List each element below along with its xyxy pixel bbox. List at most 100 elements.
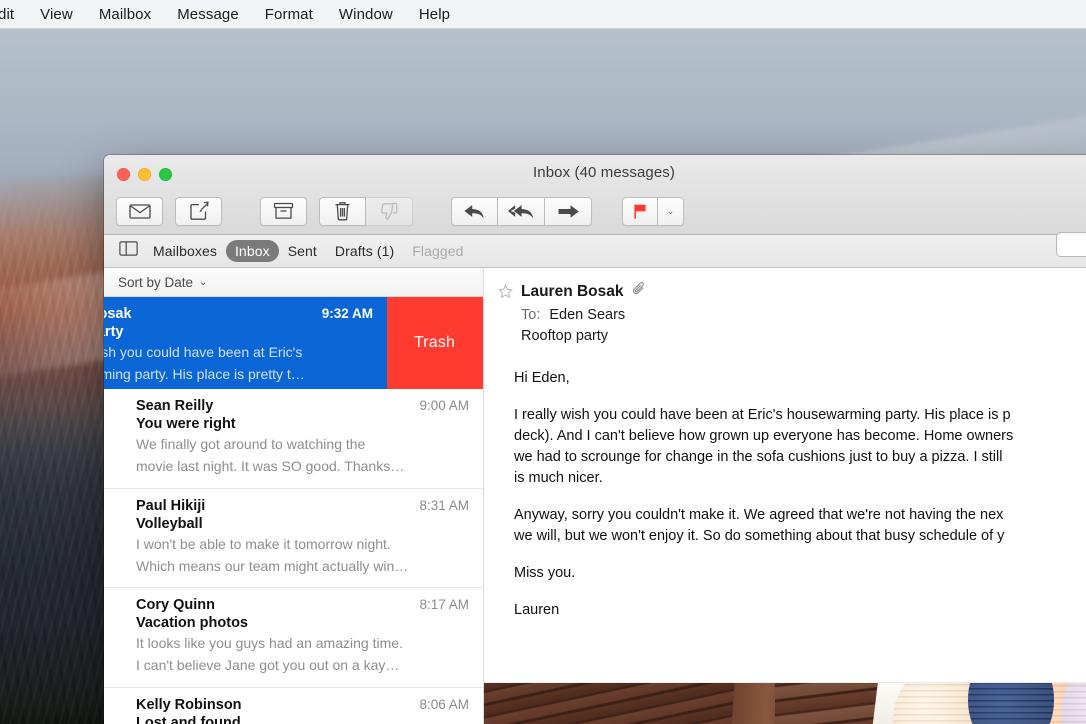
list-item-preview-line-2: I can't believe Jane got you out on a ka… (136, 657, 400, 674)
window-chrome: Inbox (40 messages) ⌄ (104, 155, 1086, 257)
list-item-sender: Bosak (104, 306, 132, 322)
envelope-icon (128, 203, 151, 219)
menu-item-edit[interactable]: dit (0, 0, 27, 29)
body-p2-line-1: Anyway, sorry you couldn't make it. We a… (514, 507, 1004, 524)
junk-button[interactable] (366, 196, 413, 226)
list-item-sender: Kelly Robinson (136, 696, 242, 713)
favorites-bar: Mailboxes Inbox Sent Drafts (1) Flagged (104, 235, 1086, 268)
favorites-mailboxes[interactable]: Mailboxes (144, 240, 226, 262)
list-item-time: 8:06 AM (419, 696, 469, 712)
body-p1-line-4: is much nicer. (514, 470, 603, 487)
paperclip-icon[interactable] (632, 281, 646, 302)
attachment-photo[interactable] (484, 682, 1086, 724)
compose-pencil-icon (189, 201, 209, 221)
list-item-preview-line-1: I won't be able to make it tomorrow nigh… (136, 535, 391, 552)
message-recipient-row: To: Eden Sears (498, 307, 1086, 323)
list-item[interactable]: Bosak 9:32 AM party wish you could have … (104, 297, 387, 389)
body-p1-line-2: deck). And I can't believe how grown up … (514, 428, 1014, 445)
sort-label: Sort by Date (118, 274, 194, 290)
sort-control[interactable]: Sort by Date ⌄ (104, 268, 483, 297)
flag-icon (632, 203, 648, 220)
flag-group: ⌄ (622, 196, 684, 226)
list-item[interactable]: Cory Quinn 8:17 AM Vacation photos It lo… (104, 588, 483, 688)
reply-all-button[interactable] (498, 196, 545, 226)
list-item-header: Kelly Robinson 8:06 AM (136, 697, 469, 713)
message-subject: Rooftop party (521, 328, 609, 344)
chevron-down-icon: ⌄ (199, 276, 208, 288)
list-item-header: Sean Reilly 9:00 AM (136, 398, 469, 414)
favorites-sent[interactable]: Sent (279, 240, 326, 262)
flag-button[interactable] (622, 196, 658, 226)
message-header: Lauren Bosak To: Eden Sears Rooftop part… (484, 268, 1086, 354)
list-item-preview-line-1: It looks like you guys had an amazing ti… (136, 635, 403, 652)
list-item-preview-line-2: Which means our team might actually win… (136, 557, 409, 574)
list-item[interactable]: Paul Hikiji 8:31 AM Volleyball I won't b… (104, 488, 483, 589)
sidebar-panel-icon (119, 241, 138, 261)
get-mail-button[interactable] (116, 196, 163, 226)
list-item[interactable]: Kelly Robinson 8:06 AM Lost and found (104, 687, 483, 724)
forward-arrow-icon (557, 204, 580, 219)
list-item-subject: You were right (136, 416, 236, 432)
content-split: Sort by Date ⌄ Trash Bosak 9:32 AM party… (104, 268, 1086, 724)
reply-arrow-icon (463, 203, 486, 220)
thumbs-down-icon (379, 202, 399, 221)
message-sender: Lauren Bosak (521, 282, 624, 300)
list-item-subject: Lost and found (136, 714, 241, 724)
message-body: Hi Eden, I really wish you could have be… (484, 354, 1086, 621)
body-p1-line-3: we had to scrounge for change in the sof… (514, 449, 1003, 466)
archive-box-icon (273, 202, 294, 220)
window-title: Inbox (40 messages) (533, 164, 675, 181)
to-value: Eden Sears (549, 307, 626, 323)
to-label: To: (521, 307, 541, 323)
search-input[interactable] (1056, 232, 1086, 257)
menu-item-view[interactable]: View (27, 0, 86, 29)
reply-button[interactable] (451, 196, 498, 226)
message-detail-pane: Lauren Bosak To: Eden Sears Rooftop part… (484, 268, 1086, 724)
list-item-preview-line-1: We finally got around to watching the (136, 436, 366, 452)
sidebar-toggle-button[interactable] (119, 241, 138, 261)
reply-group (451, 196, 592, 226)
message-sender-row: Lauren Bosak (498, 281, 1086, 302)
list-item-preview-line-1: wish you could have been at Eric's (104, 344, 303, 360)
list-item-subject: party (104, 324, 124, 340)
list-item-preview-line-2: movie last night. It was SO good. Thanks… (136, 458, 405, 475)
compose-button[interactable] (175, 196, 222, 226)
favorites-inbox[interactable]: Inbox (225, 240, 279, 262)
toolbar: ⌄ (104, 191, 1086, 257)
favorites-drafts[interactable]: Drafts (1) (326, 240, 403, 262)
menu-item-mailbox[interactable]: Mailbox (86, 0, 164, 29)
swipe-trash-button[interactable]: Trash (386, 297, 483, 389)
list-item-subject: Volleyball (136, 515, 203, 532)
list-item-preview-line-2: arming party. His place is pretty t… (104, 366, 305, 383)
delete-junk-group (319, 196, 413, 226)
star-icon[interactable] (498, 284, 513, 299)
reply-all-arrow-icon (507, 203, 535, 220)
favorites-flagged[interactable]: Flagged (403, 240, 472, 262)
menu-item-window[interactable]: Window (326, 0, 406, 29)
list-item-sender: Sean Reilly (136, 398, 214, 414)
list-item-selected-swiped: Trash Bosak 9:32 AM party wish you could… (104, 297, 483, 389)
list-item[interactable]: Sean Reilly 9:00 AM You were right We fi… (104, 389, 483, 489)
forward-button[interactable] (545, 196, 592, 226)
list-item-header: Bosak 9:32 AM (104, 306, 373, 322)
menu-item-format[interactable]: Format (252, 0, 326, 29)
delete-button[interactable] (319, 196, 366, 226)
photo-lantern-navy (967, 683, 1055, 724)
menu-item-message[interactable]: Message (164, 0, 252, 29)
list-item-subject: Vacation photos (136, 615, 248, 632)
list-item-header: Paul Hikiji 8:31 AM (136, 498, 469, 514)
body-closing: Miss you. (514, 565, 576, 582)
body-signature: Lauren (514, 602, 560, 619)
menu-bar: dit View Mailbox Message Format Window H… (0, 0, 1086, 29)
menu-item-help[interactable]: Help (406, 0, 463, 29)
flag-dropdown-button[interactable]: ⌄ (658, 196, 684, 226)
body-p1-line-1: I really wish you could have been at Eri… (514, 407, 1011, 424)
list-item-header: Cory Quinn 8:17 AM (136, 597, 469, 613)
body-paragraph-1: I really wish you could have been at Eri… (514, 405, 1086, 489)
message-list: Sort by Date ⌄ Trash Bosak 9:32 AM party… (104, 268, 484, 724)
body-paragraph-2: Anyway, sorry you couldn't make it. We a… (514, 505, 1086, 547)
archive-button[interactable] (260, 196, 307, 226)
mail-window: Inbox (40 messages) ⌄ Mailboxes Inbox Se… (104, 155, 1086, 724)
list-item-sender: Cory Quinn (136, 597, 215, 614)
list-item-time: 9:00 AM (419, 398, 469, 413)
